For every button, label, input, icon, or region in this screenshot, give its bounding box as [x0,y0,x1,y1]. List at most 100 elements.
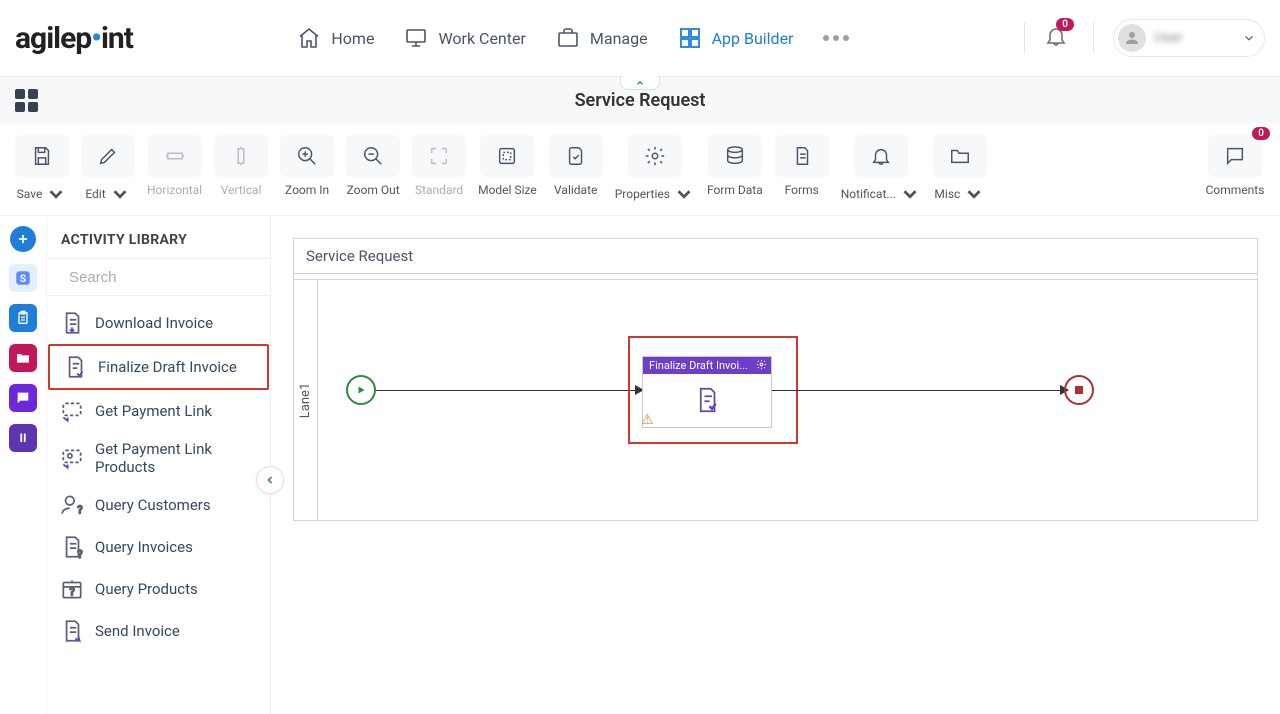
grid4-icon [15,89,38,112]
nav-app-builder[interactable]: App Builder [678,26,794,50]
page-title: Service Request [0,90,1280,111]
gear-icon [644,145,666,167]
rail-clipboard-button[interactable] [9,304,37,332]
lib-item-query-products[interactable]: ? Query Products [47,568,270,610]
zoom-in-button[interactable]: Zoom In [280,135,334,197]
home-icon [297,26,321,50]
user-menu[interactable]: User [1113,19,1265,57]
chevron-left-icon [264,474,276,486]
library-list: Download Invoice Finalize Draft Invoice … [47,296,270,658]
bell-icon [870,145,892,167]
form-data-button[interactable]: Form Data [707,135,763,197]
process-canvas: Service Request Lane1 Finalize Draft Inv… [293,238,1258,521]
lib-item-send-invoice[interactable]: Send Invoice [47,610,270,652]
model-size-button[interactable]: Model Size [478,135,537,197]
doc-send-icon [59,618,85,644]
comments-badge: 0 [1252,127,1270,140]
folder-icon [949,145,971,167]
notifications-button[interactable]: 0 [1044,24,1068,52]
svg-text:S: S [20,272,27,285]
briefcase-icon [556,26,580,50]
edge-activity-to-end [772,390,1068,391]
box-query-icon: ? [59,576,85,602]
edit-button[interactable]: Edit [81,135,135,205]
svg-text:?: ? [77,504,82,517]
canvas-area[interactable]: Service Request Lane1 Finalize Draft Inv… [271,216,1280,714]
search-input[interactable] [69,269,268,286]
end-node[interactable] [1064,375,1094,405]
save-button[interactable]: Save [15,135,69,205]
doc-query-icon: ? [59,534,85,560]
zoom-in-icon [296,145,318,167]
comments-button[interactable]: 0 Comments [1205,135,1265,197]
avatar [1118,24,1146,52]
forms-button[interactable]: Forms [775,135,829,197]
standard-button[interactable]: Standard [412,135,466,197]
folder-icon [15,350,31,366]
pencil-icon [97,145,119,167]
grid-icon [678,26,702,50]
collapse-sidebar-button[interactable] [256,466,284,494]
subheader: Service Request [0,77,1280,123]
comment-icon [1224,145,1246,167]
rail-ii-button[interactable]: II [9,424,37,452]
lib-item-query-invoices[interactable]: ? Query Invoices [47,526,270,568]
horizontal-icon [164,145,186,167]
search-row [47,258,270,296]
svg-text:?: ? [69,586,74,599]
lane-body[interactable]: Finalize Draft Invoi... ⚠ [318,280,1257,520]
header-right: 0 User [1014,19,1265,57]
user-icon [1123,29,1141,47]
rail-add-button[interactable] [10,226,36,252]
lib-item-download-invoice[interactable]: Download Invoice [47,302,270,344]
properties-button[interactable]: Properties [615,135,695,205]
misc-button[interactable]: Misc [933,135,987,205]
collapse-header-button[interactable] [620,76,660,90]
fit-icon [428,145,450,167]
clipboard-icon [15,310,31,326]
link-icon [59,398,85,424]
rail-folder-button[interactable] [9,344,37,372]
rail-stripe-button[interactable]: S [9,264,37,292]
chevron-down-icon [1242,31,1256,45]
validate-icon [565,145,587,167]
stop-icon [1075,386,1083,394]
play-icon [355,384,367,396]
doc-download-icon [59,310,85,336]
vertical-icon [230,145,252,167]
nav-work-center[interactable]: Work Center [404,26,525,50]
start-node[interactable] [346,375,376,405]
app-switcher[interactable] [15,89,38,112]
activity-settings-button[interactable] [756,359,767,373]
nav-more[interactable] [823,35,849,41]
zoom-out-button[interactable]: Zoom Out [346,135,400,197]
lib-item-get-payment-link-products[interactable]: Get Payment Link Products [47,432,270,484]
chevron-down-icon [109,183,131,205]
rail-chat-button[interactable] [9,384,37,412]
nav-manage[interactable]: Manage [556,26,648,50]
left-rail: S II [0,216,46,714]
database-icon [724,145,746,167]
lib-item-query-customers[interactable]: ? Query Customers [47,484,270,526]
gear-icon [756,359,767,370]
doc-check-icon [62,354,88,380]
lib-item-get-payment-link[interactable]: Get Payment Link [47,390,270,432]
top-header: agilep•int Home Work Center Manage App B… [0,0,1280,77]
notifications-tool-button[interactable]: Notificat... [841,135,921,205]
s-icon: S [14,269,32,287]
chevron-down-icon [673,183,695,205]
horizontal-button[interactable]: Horizontal [147,135,202,197]
plus-icon [16,232,30,246]
activity-title: Finalize Draft Invoi... [643,357,771,374]
toolbar: Save Edit Horizontal Vertical Zoom In Zo… [0,123,1280,216]
activity-library-panel: ACTIVITY LIBRARY Download Invoice Finali… [46,216,271,714]
nav-home[interactable]: Home [297,26,374,50]
chevron-down-icon [963,183,985,205]
notification-badge: 0 [1056,18,1074,31]
logo: agilep•int [15,21,133,56]
validate-button[interactable]: Validate [549,135,603,197]
lib-item-finalize-draft-invoice[interactable]: Finalize Draft Invoice [48,344,269,390]
vertical-button[interactable]: Vertical [214,135,268,197]
zoom-out-icon [362,145,384,167]
lane-label: Lane1 [294,280,318,520]
